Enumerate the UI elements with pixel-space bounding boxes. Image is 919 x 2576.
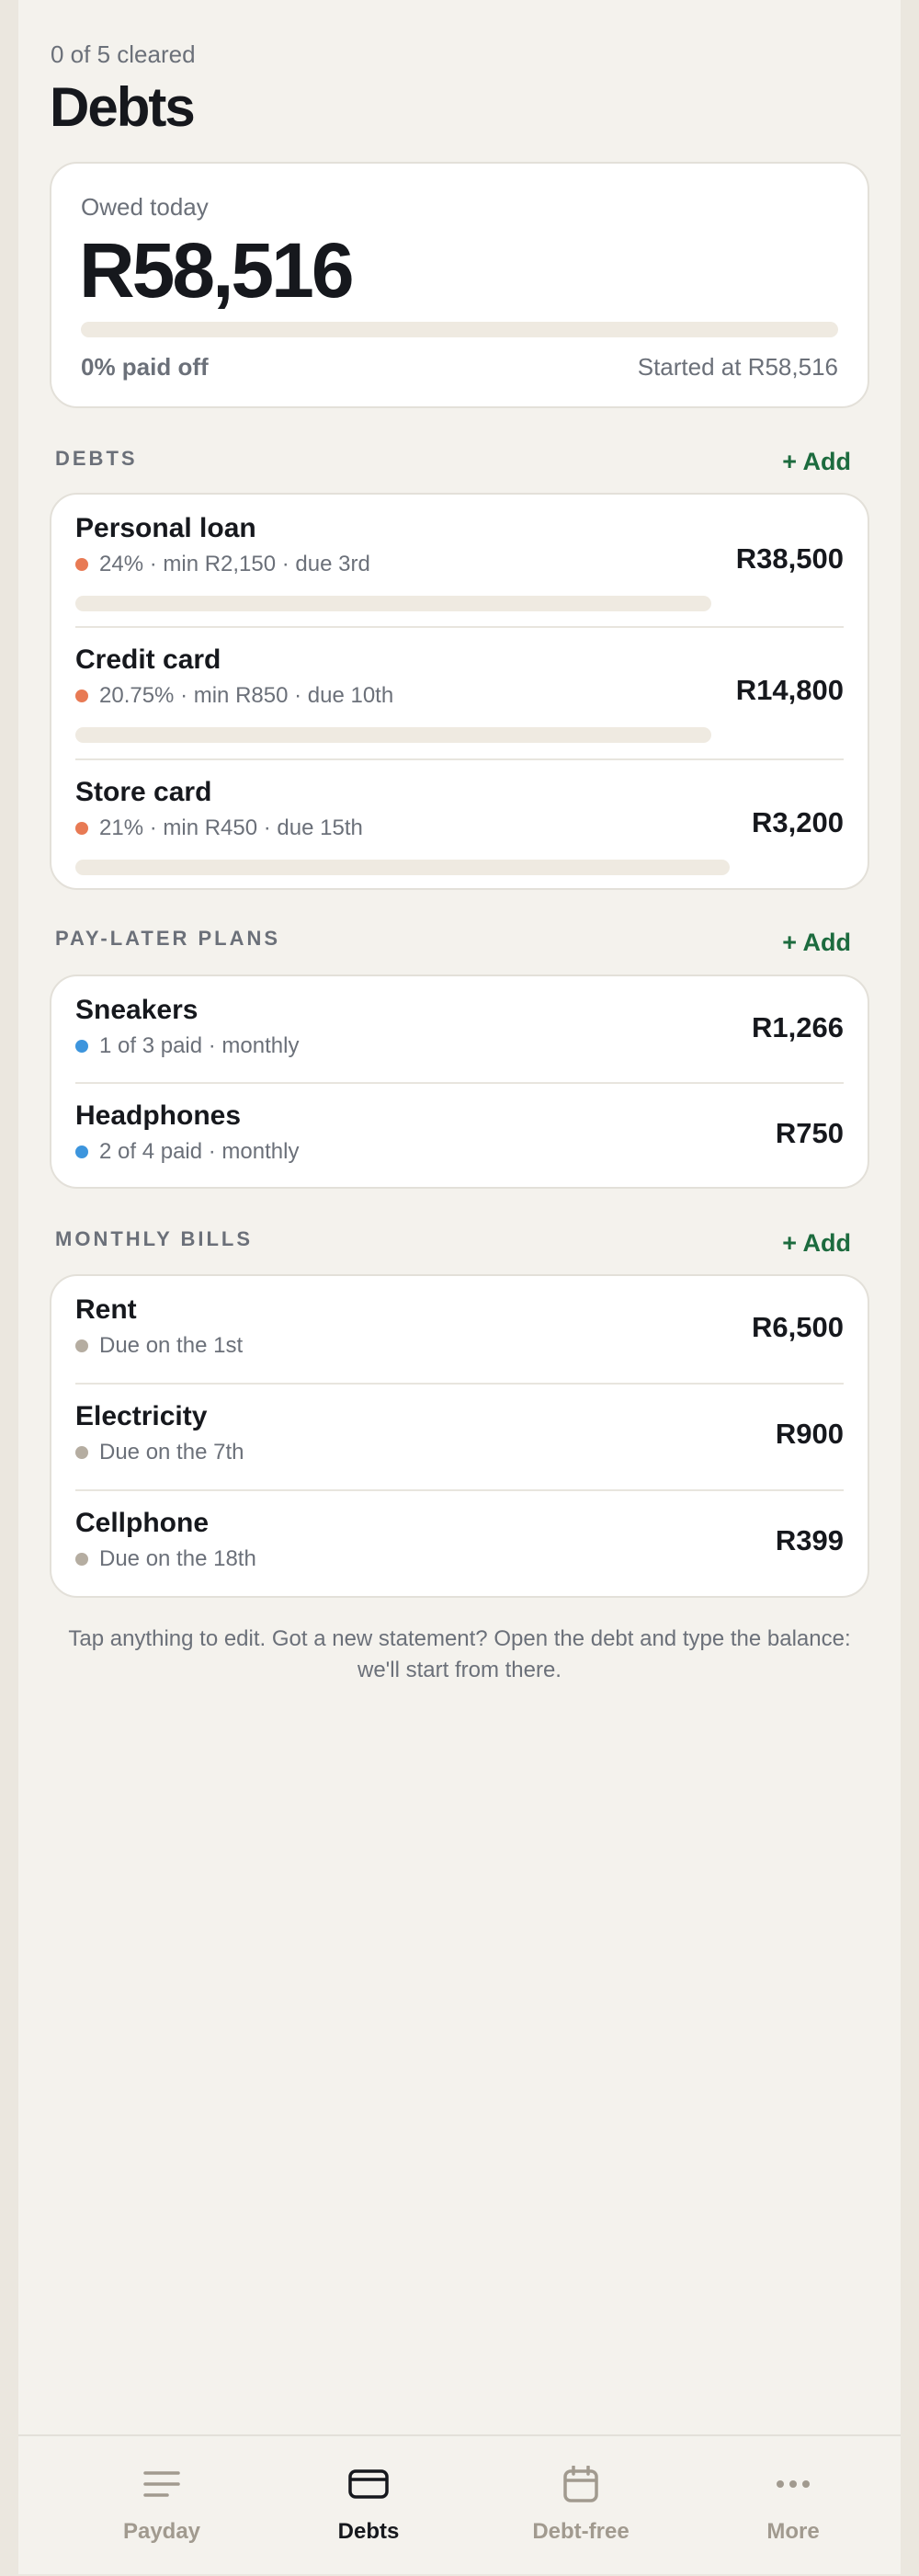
bill-name: Cellphone [75,1508,210,1538]
tab-label: More [766,2519,820,2544]
paid-off-progress-bar [81,322,838,337]
menu-icon [143,2471,180,2497]
section-heading-debts: DEBTS [55,447,138,470]
add-pay-later-button[interactable]: + Add [782,929,851,957]
plan-status-dot [75,1040,88,1053]
debt-balance: R3,200 [752,806,844,838]
bill-due: Due on the 18th [99,1546,256,1571]
app-screen: 0 of 5 cleared Debts Owed today R58,516 … [18,0,901,2574]
section-heading-pay-later: PAY-LATER PLANS [55,927,281,950]
bill-amount: R6,500 [752,1311,844,1343]
debt-name: Credit card [75,644,221,675]
tab-debts[interactable]: Debts [258,2436,479,2576]
bill-name: Rent [75,1294,137,1325]
tab-label: Payday [122,2519,201,2544]
tab-more[interactable]: More [683,2436,903,2576]
debt-balance: R14,800 [735,674,844,706]
plan-name: Sneakers [75,995,199,1025]
add-bill-button[interactable]: + Add [782,1229,851,1258]
page-title: Debts [50,76,196,138]
tab-payday[interactable]: Payday [51,2436,272,2576]
debt-name: Personal loan [75,513,256,543]
bill-row-cellphone[interactable]: Cellphone Due on the 18th R399 [51,1491,868,1598]
debt-progress-bar [75,596,711,611]
owed-summary-card: Owed today R58,516 0% paid off Started a… [50,162,869,408]
bottom-tab-bar: Payday Debts Debt-free More [18,2434,901,2574]
debt-status-dot [75,558,88,571]
plan-balance: R750 [775,1117,844,1149]
plan-name: Headphones [75,1100,242,1131]
debt-status-dot [75,822,88,835]
debt-row-credit-card[interactable]: Credit card 20.75% · min R850 · due 10th… [51,628,868,758]
edit-hint: Tap anything to edit. Got a new statemen… [68,1626,851,1682]
debts-card: Personal loan 24% · min R2,150 · due 3rd… [50,493,869,890]
plan-meta: 1 of 3 paid · monthly [75,1033,299,1059]
debt-progress-bar [75,860,730,875]
debt-terms: 24% · min R2,150 · due 3rd [99,552,370,576]
debt-name: Store card [75,777,212,807]
bill-name: Electricity [75,1401,208,1431]
plan-balance: R1,266 [752,1011,844,1043]
plan-terms: 2 of 4 paid · monthly [99,1139,300,1164]
debt-meta: 21% · min R450 · due 15th [75,815,363,841]
more-dots-icon [777,2480,810,2488]
add-debt-button[interactable]: + Add [782,448,851,476]
bill-amount: R900 [775,1418,844,1450]
started-amount: Started at R58,516 [637,353,838,381]
bill-meta: Due on the 18th [75,1546,256,1572]
bill-row-rent[interactable]: Rent Due on the 1st R6,500 [51,1276,868,1383]
debt-progress-bar [75,727,711,743]
bill-due: Due on the 7th [99,1440,244,1465]
plan-meta: 2 of 4 paid · monthly [75,1139,299,1165]
debt-terms: 20.75% · min R850 · due 10th [99,683,394,708]
bill-status-dot [75,1446,88,1459]
tab-label: Debts [337,2519,400,2544]
pay-later-card: Sneakers 1 of 3 paid · monthly R1,266 He… [50,975,869,1189]
bill-amount: R399 [775,1524,844,1556]
monthly-bills-card: Rent Due on the 1st R6,500 Electricity D… [50,1274,869,1598]
debt-meta: 20.75% · min R850 · due 10th [75,683,393,709]
bill-due: Due on the 1st [99,1333,244,1358]
tab-debt-free[interactable]: Debt-free [471,2436,691,2576]
debt-row-personal-loan[interactable]: Personal loan 24% · min R2,150 · due 3rd… [51,495,868,626]
bill-row-electricity[interactable]: Electricity Due on the 7th R900 [51,1385,868,1489]
debt-row-store-card[interactable]: Store card 21% · min R450 · due 15th R3,… [51,760,868,890]
debt-status-dot [75,690,88,702]
bill-meta: Due on the 1st [75,1333,243,1359]
bill-status-dot [75,1553,88,1566]
card-icon [348,2469,389,2499]
bill-meta: Due on the 7th [75,1440,244,1465]
cleared-status: 0 of 5 cleared [51,40,196,68]
debt-meta: 24% · min R2,150 · due 3rd [75,552,370,577]
calendar-icon [563,2466,598,2502]
plan-terms: 1 of 3 paid · monthly [99,1033,300,1058]
bill-status-dot [75,1339,88,1352]
section-heading-monthly-bills: MONTHLY BILLS [55,1227,254,1250]
owed-amount: R58,516 [79,227,355,313]
owed-label: Owed today [81,193,209,221]
debt-terms: 21% · min R450 · due 15th [99,815,363,840]
pay-later-row-headphones[interactable]: Headphones 2 of 4 paid · monthly R750 [51,1084,868,1189]
debt-balance: R38,500 [735,542,844,575]
paid-off-percent: 0% paid off [81,353,209,381]
plan-status-dot [75,1146,88,1158]
tab-label: Debt-free [532,2519,630,2544]
pay-later-row-sneakers[interactable]: Sneakers 1 of 3 paid · monthly R1,266 [51,976,868,1082]
